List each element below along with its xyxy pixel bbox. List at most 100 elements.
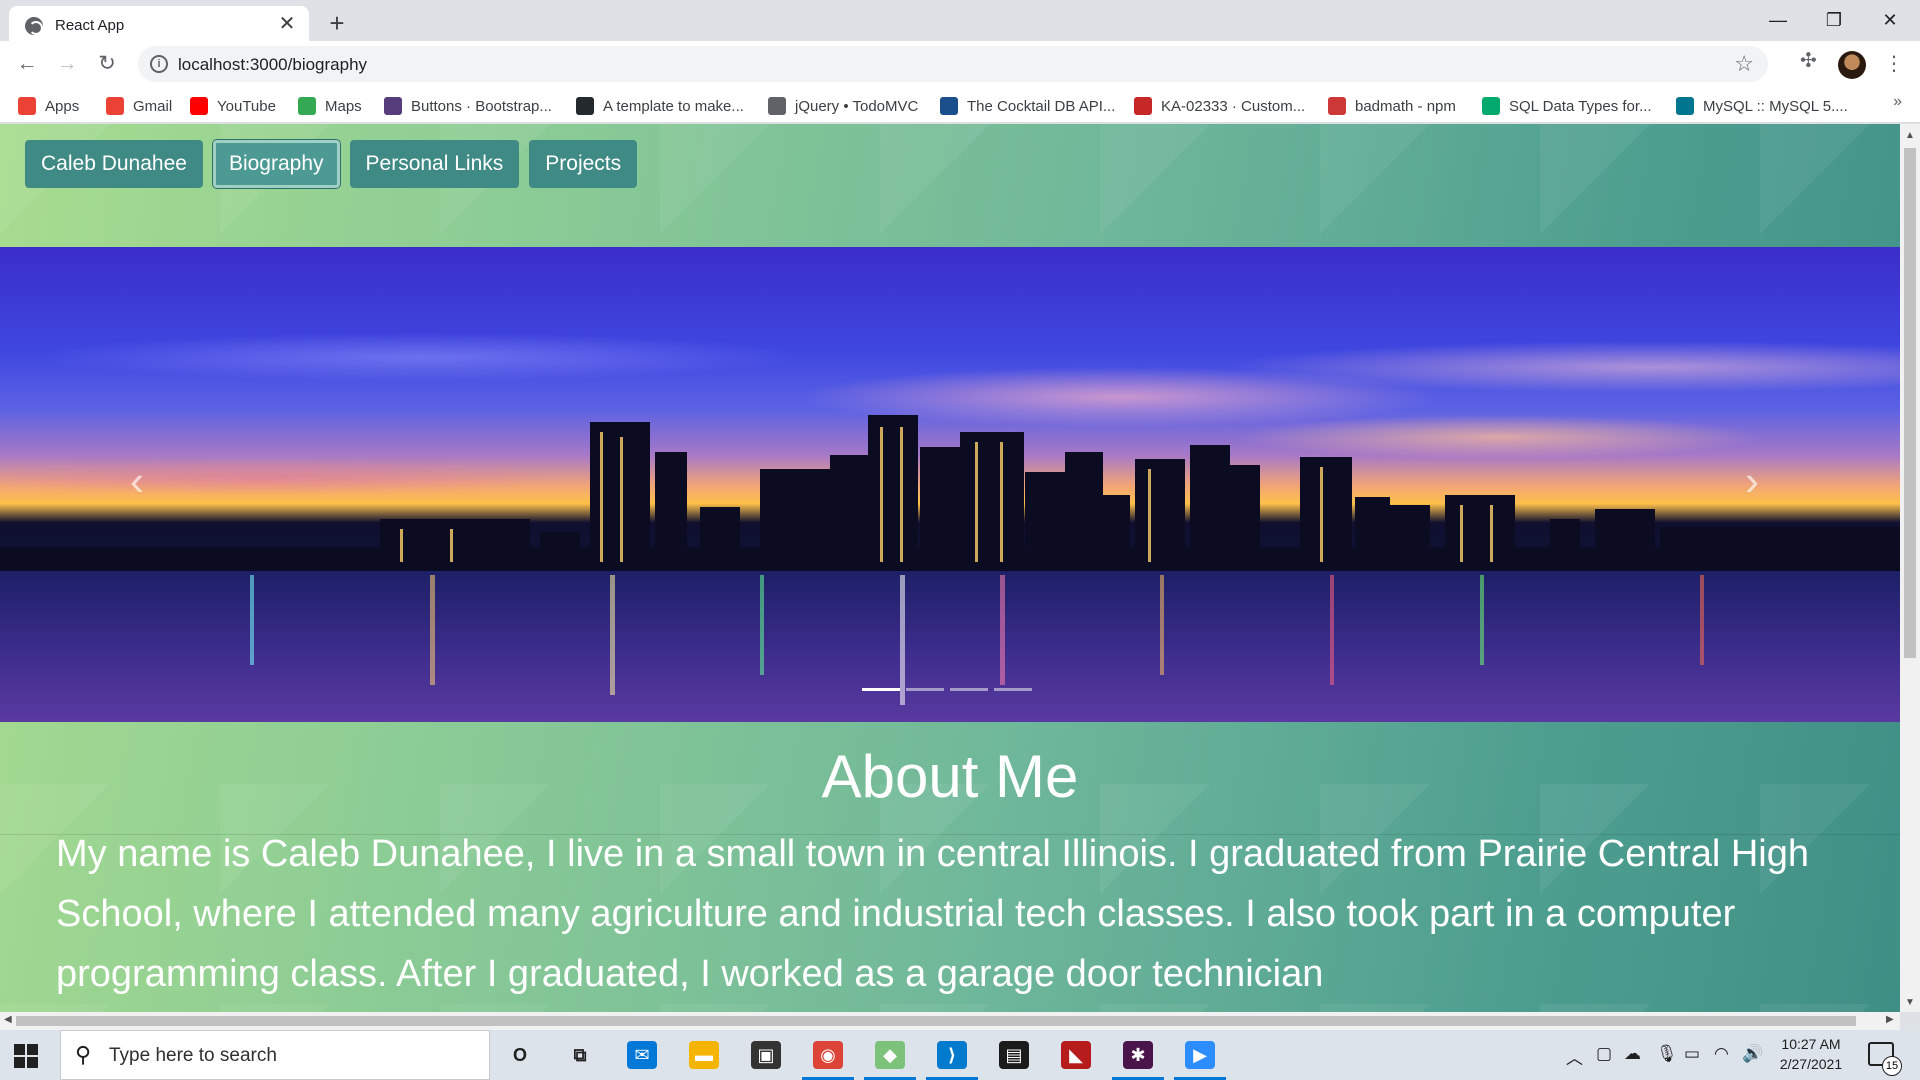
taskbar-app-button[interactable]: ▤ xyxy=(984,1030,1044,1080)
profile-avatar[interactable] xyxy=(1838,51,1866,79)
search-placeholder: Type here to search xyxy=(109,1045,277,1066)
scroll-up-arrow-icon[interactable]: ▲ xyxy=(1900,130,1920,141)
bookmark-item[interactable]: Maps xyxy=(298,95,362,117)
bookmark-item[interactable]: A template to make... xyxy=(576,95,744,117)
browser-tab-bar: React App ✕ + — ❐ ✕ xyxy=(0,0,1920,41)
npm-icon xyxy=(1328,97,1346,115)
battery-icon[interactable]: ▭ xyxy=(1684,1044,1700,1064)
zoom-icon: ▶ xyxy=(1185,1041,1215,1069)
taskbar-app-button[interactable]: ⧉ xyxy=(550,1030,610,1080)
mail-icon: ✉ xyxy=(627,1041,657,1069)
new-tab-button[interactable]: + xyxy=(322,8,352,38)
page-title: About Me xyxy=(821,743,1079,810)
extensions-puzzle-icon[interactable]: ✣ xyxy=(1800,48,1817,73)
reload-button[interactable]: ↻ xyxy=(91,48,123,80)
bookmark-item[interactable]: The Cocktail DB API... xyxy=(940,95,1115,117)
back-button[interactable]: ← xyxy=(11,48,43,80)
close-window-button[interactable]: ✕ xyxy=(1862,0,1918,41)
taskbar-clock[interactable]: 10:27 AM 2/27/2021 xyxy=(1772,1034,1850,1074)
taskbar-app-button[interactable]: ⟩ xyxy=(922,1030,982,1080)
git-icon: ◆ xyxy=(875,1041,905,1069)
file-explorer-icon: ▬ xyxy=(689,1041,719,1069)
vertical-scroll-thumb[interactable] xyxy=(1904,148,1916,658)
carousel-indicators xyxy=(862,688,1032,691)
scroll-right-arrow-icon[interactable]: ▶ xyxy=(1886,1014,1894,1025)
carousel-indicator[interactable] xyxy=(906,688,944,691)
site-nav: Caleb Dunahee Biography Personal Links Proj… xyxy=(25,140,638,188)
more-bookmarks-button[interactable]: » xyxy=(1893,93,1902,111)
maps-icon xyxy=(298,97,316,115)
taskbar-app-button[interactable]: ▣ xyxy=(736,1030,796,1080)
carousel-prev-button[interactable]: ‹ xyxy=(130,457,144,505)
scroll-left-arrow-icon[interactable]: ◀ xyxy=(4,1014,12,1025)
taskbar-app-button[interactable]: ◆ xyxy=(860,1030,920,1080)
close-tab-icon[interactable]: ✕ xyxy=(275,12,299,36)
terminal-icon: ◣ xyxy=(1061,1041,1091,1069)
bookmark-item[interactable]: jQuery • TodoMVC xyxy=(768,95,918,117)
taskbar-app-button[interactable]: ◣ xyxy=(1046,1030,1106,1080)
cortana-icon: O xyxy=(512,1045,527,1065)
microphone-icon[interactable]: 🎙 xyxy=(1656,1044,1678,1064)
vscode-icon: ⟩ xyxy=(937,1041,967,1069)
show-hidden-icons-icon[interactable]: ︿ xyxy=(1566,1044,1583,1069)
bookmark-label: The Cocktail DB API... xyxy=(967,97,1116,115)
browser-menu-icon[interactable]: ⋮ xyxy=(1884,51,1904,76)
bookmark-item[interactable]: MySQL :: MySQL 5.... xyxy=(1676,95,1848,117)
bookmark-label: SQL Data Types for... xyxy=(1509,97,1652,115)
nav-button-personal-links[interactable]: Personal Links xyxy=(349,140,520,188)
browser-tab[interactable]: React App ✕ xyxy=(9,6,309,41)
taskbar-app-button[interactable]: ✱ xyxy=(1108,1030,1168,1080)
bookmark-item[interactable]: badmath - npm xyxy=(1328,95,1456,117)
tab-title: React App xyxy=(55,17,125,34)
globe-icon xyxy=(768,97,786,115)
globe-icon xyxy=(25,17,43,35)
bookmark-label: KA-02333 · Custom... xyxy=(1161,97,1306,115)
carousel-next-button[interactable]: › xyxy=(1745,457,1759,505)
mysql-icon xyxy=(1676,97,1694,115)
maximize-button[interactable]: ❐ xyxy=(1806,0,1862,41)
bookmark-item[interactable]: YouTube xyxy=(190,95,276,117)
nav-button-projects[interactable]: Projects xyxy=(529,140,638,188)
bookmark-item[interactable]: SQL Data Types for... xyxy=(1482,95,1652,117)
meet-now-icon[interactable]: ▢ xyxy=(1596,1044,1612,1064)
wifi-icon[interactable]: ◠ xyxy=(1714,1044,1729,1064)
city-skyline-image xyxy=(0,415,1900,722)
search-icon: ⚲ xyxy=(75,1042,92,1067)
taskbar-app-button[interactable]: ▶ xyxy=(1170,1030,1230,1080)
taskbar-app-button[interactable]: O xyxy=(490,1030,550,1080)
bookmark-item[interactable]: Apps xyxy=(18,95,79,117)
bookmark-item[interactable]: Buttons · Bootstrap... xyxy=(384,95,552,117)
cocktaildb-icon xyxy=(940,97,958,115)
taskbar-app-button[interactable]: ▬ xyxy=(674,1030,734,1080)
volume-icon[interactable]: 🔊 xyxy=(1742,1044,1763,1064)
carousel-indicator[interactable] xyxy=(994,688,1032,691)
vertical-scrollbar[interactable]: ▲ ▼ xyxy=(1900,124,1920,1012)
taskbar-search-input[interactable]: ⚲ Type here to search xyxy=(60,1030,490,1080)
nav-button-biography[interactable]: Biography xyxy=(212,140,340,188)
forward-button[interactable]: → xyxy=(51,48,83,80)
bookmark-label: Apps xyxy=(45,97,80,115)
taskbar-app-button[interactable]: ◉ xyxy=(798,1030,858,1080)
windows-start-icon[interactable] xyxy=(14,1044,38,1068)
w3schools-icon xyxy=(1482,97,1500,115)
onedrive-icon[interactable]: ☁ xyxy=(1624,1044,1641,1064)
carousel-indicator[interactable] xyxy=(862,688,900,691)
url-text[interactable]: localhost:3000/biography xyxy=(178,55,367,75)
ssa-icon xyxy=(1134,97,1152,115)
bookmark-star-icon[interactable]: ☆ xyxy=(1734,51,1754,77)
horizontal-scroll-thumb[interactable] xyxy=(16,1016,1856,1026)
bookmark-item[interactable]: Gmail xyxy=(106,95,172,117)
scroll-down-arrow-icon[interactable]: ▼ xyxy=(1900,997,1920,1008)
slack-icon: ✱ xyxy=(1123,1041,1153,1069)
horizontal-scrollbar[interactable]: ◀ ▶ xyxy=(0,1012,1900,1030)
mysql-workbench-icon: ▤ xyxy=(999,1041,1029,1069)
apps-grid-icon xyxy=(18,97,36,115)
bookmark-item[interactable]: KA-02333 · Custom... xyxy=(1134,95,1305,117)
carousel-indicator[interactable] xyxy=(950,688,988,691)
address-bar[interactable]: i localhost:3000/biography ☆ xyxy=(138,46,1768,82)
minimize-button[interactable]: — xyxy=(1750,0,1806,41)
github-icon xyxy=(576,97,594,115)
nav-button-caleb-dunahee[interactable]: Caleb Dunahee xyxy=(25,140,203,188)
taskbar-app-button[interactable]: ✉ xyxy=(612,1030,672,1080)
site-info-icon[interactable]: i xyxy=(150,55,168,73)
